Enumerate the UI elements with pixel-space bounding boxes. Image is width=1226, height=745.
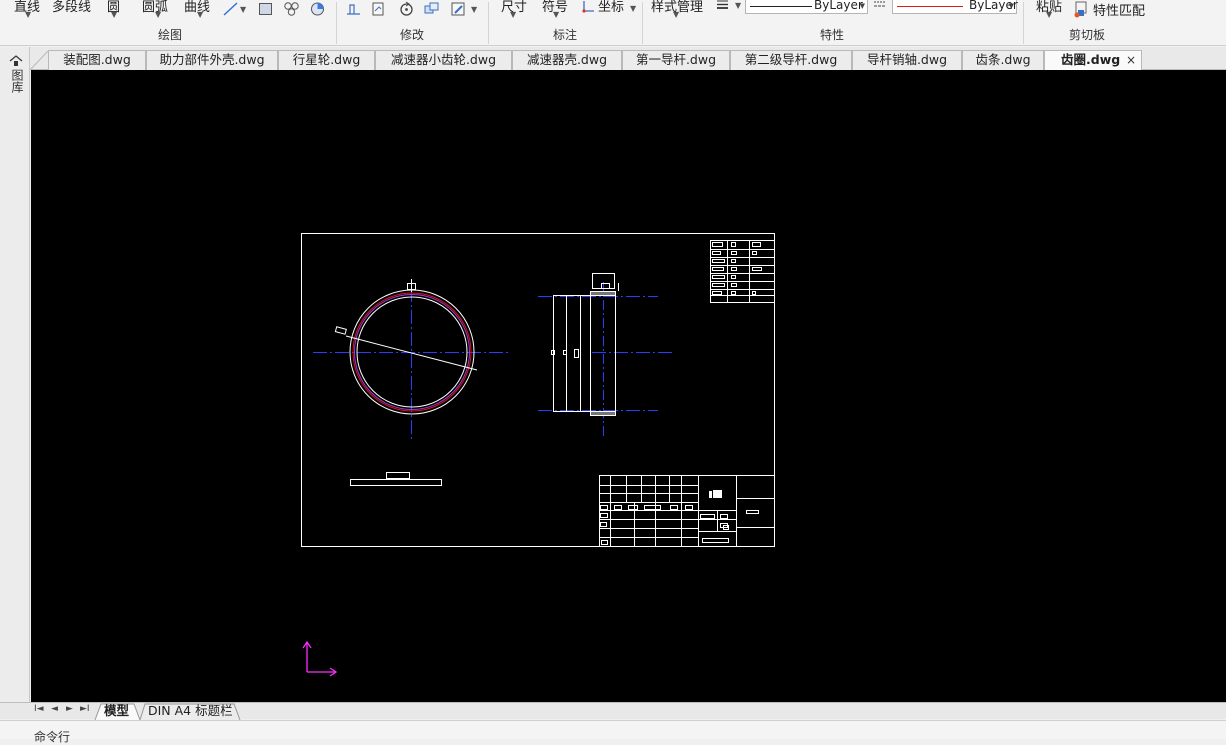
curve-dropdown-caret[interactable]: ▼ [197,10,203,19]
library-icon[interactable] [9,55,23,67]
tab-rack[interactable]: 齿条.dwg [962,50,1044,70]
tab-reducer-housing[interactable]: 减速器壳.dwg [512,50,622,70]
rectangle-icon[interactable] [257,1,274,17]
lineweight-icon[interactable] [716,0,729,10]
group-separator [336,2,337,44]
clipboard-group-label: 剪切板 [1068,28,1105,42]
first-layout-icon[interactable]: I◄ [34,704,44,714]
library-panel-label[interactable]: 图库 [9,69,24,93]
chevron-down-icon[interactable]: ▼ [1009,2,1014,10]
tab-first-guide-rod[interactable]: 第一导杆.dwg [622,50,730,70]
group-separator [1023,2,1024,44]
drawing-svg [301,233,775,677]
tab-reducer-pinion[interactable]: 减速器小齿轮.dwg [375,50,512,70]
color-combo[interactable]: ByLayer ▼ [892,0,1018,14]
chevron-down-icon[interactable]: ▼ [860,2,865,10]
layout-tab-din-a4[interactable]: DIN A4 标题栏 [148,703,233,720]
parameter-table[interactable] [710,240,775,303]
line-dropdown-caret[interactable]: ▼ [25,10,31,19]
title-block[interactable] [599,475,775,547]
circle-dropdown-caret[interactable]: ▼ [111,10,117,19]
ring-gear-section-view[interactable] [538,273,675,438]
tab-second-guide-rod[interactable]: 第二级导杆.dwg [730,50,852,70]
modify-group-label: 修改 [399,28,424,42]
drawing-canvas[interactable] [31,70,1226,702]
tab-assembly[interactable]: 装配图.dwg [48,50,146,70]
tab-bar-slant [30,51,49,70]
tab-guide-rod-pin[interactable]: 导杆销轴.dwg [852,50,962,70]
tab-booster-housing[interactable]: 助力部件外壳.dwg [146,50,278,70]
construction-line-icon[interactable] [222,1,239,17]
hatch-icon[interactable] [309,1,326,17]
draw-group-label: 绘图 [157,28,182,42]
close-icon[interactable]: × [1126,51,1136,69]
coordinate-icon[interactable] [581,0,597,14]
command-line-bar[interactable]: 命令行 [0,720,1226,744]
linetype-value: ByLayer [814,0,863,12]
linetype-swatch [750,6,812,7]
ring-gear-front-view[interactable] [313,279,511,440]
prev-layout-icon[interactable]: ◄ [51,704,58,714]
ucs-icon [302,640,338,677]
last-layout-icon[interactable]: ►I [80,704,90,714]
ribbon: 直线 ▼ 多段线 圆 ▼ 圆弧 ▼ 曲线 ▼ ▼ 绘图 ▼ 修改 尺寸 ▼ 符号… [0,0,1226,46]
tab-planet-gear[interactable]: 行星轮.dwg [278,50,375,70]
edit-icon[interactable] [450,1,467,17]
array-icon[interactable] [423,1,440,17]
group-separator [488,2,489,44]
match-properties-icon[interactable] [1073,0,1090,18]
region-icon[interactable] [283,1,300,17]
style-manager-dropdown-caret[interactable]: ▼ [673,10,679,19]
arc-dropdown-caret[interactable]: ▼ [155,10,161,19]
tab-ring-gear[interactable]: 齿圈.dwg × [1044,50,1142,71]
copy-icon[interactable] [370,1,387,17]
document-tab-bar: 装配图.dwg 助力部件外壳.dwg 行星轮.dwg 减速器小齿轮.dwg 减速… [0,47,1226,71]
group-separator [642,2,643,44]
linetype-scale-icon[interactable] [873,0,887,11]
technical-notes[interactable] [350,472,442,486]
color-swatch [897,6,963,7]
next-layout-icon[interactable]: ► [66,704,73,714]
left-panel: 图库 [0,47,30,702]
polyline-button[interactable]: 多段线 [52,0,91,15]
dimension-dropdown-caret[interactable]: ▼ [510,10,516,19]
paste-dropdown-caret[interactable]: ▼ [1046,10,1052,19]
layout-tab-bar: I◄ ◄ ► ►I 模型 DIN A4 标题栏 [0,702,1226,720]
modify-more-caret[interactable]: ▼ [471,5,477,14]
rotate-icon[interactable] [398,1,415,17]
coordinate-dropdown-caret[interactable]: ▼ [630,4,636,13]
command-line-label: 命令行 [34,730,71,744]
annotate-group-label: 标注 [552,28,577,42]
match-properties-button[interactable]: 特性匹配 [1093,0,1145,19]
linetype-combo[interactable]: ByLayer ▼ [745,0,868,14]
properties-group-label: 特性 [819,28,844,42]
coordinate-button[interactable]: 坐标 [598,0,624,15]
symbol-dropdown-caret[interactable]: ▼ [553,10,559,19]
layout-tab-model[interactable]: 模型 [104,703,129,720]
move-icon[interactable] [345,1,362,17]
construction-line-dropdown-caret[interactable]: ▼ [240,5,246,14]
tab-ring-gear-label: 齿圈.dwg [1061,52,1121,67]
lineweight-dropdown-caret[interactable]: ▼ [735,1,741,10]
